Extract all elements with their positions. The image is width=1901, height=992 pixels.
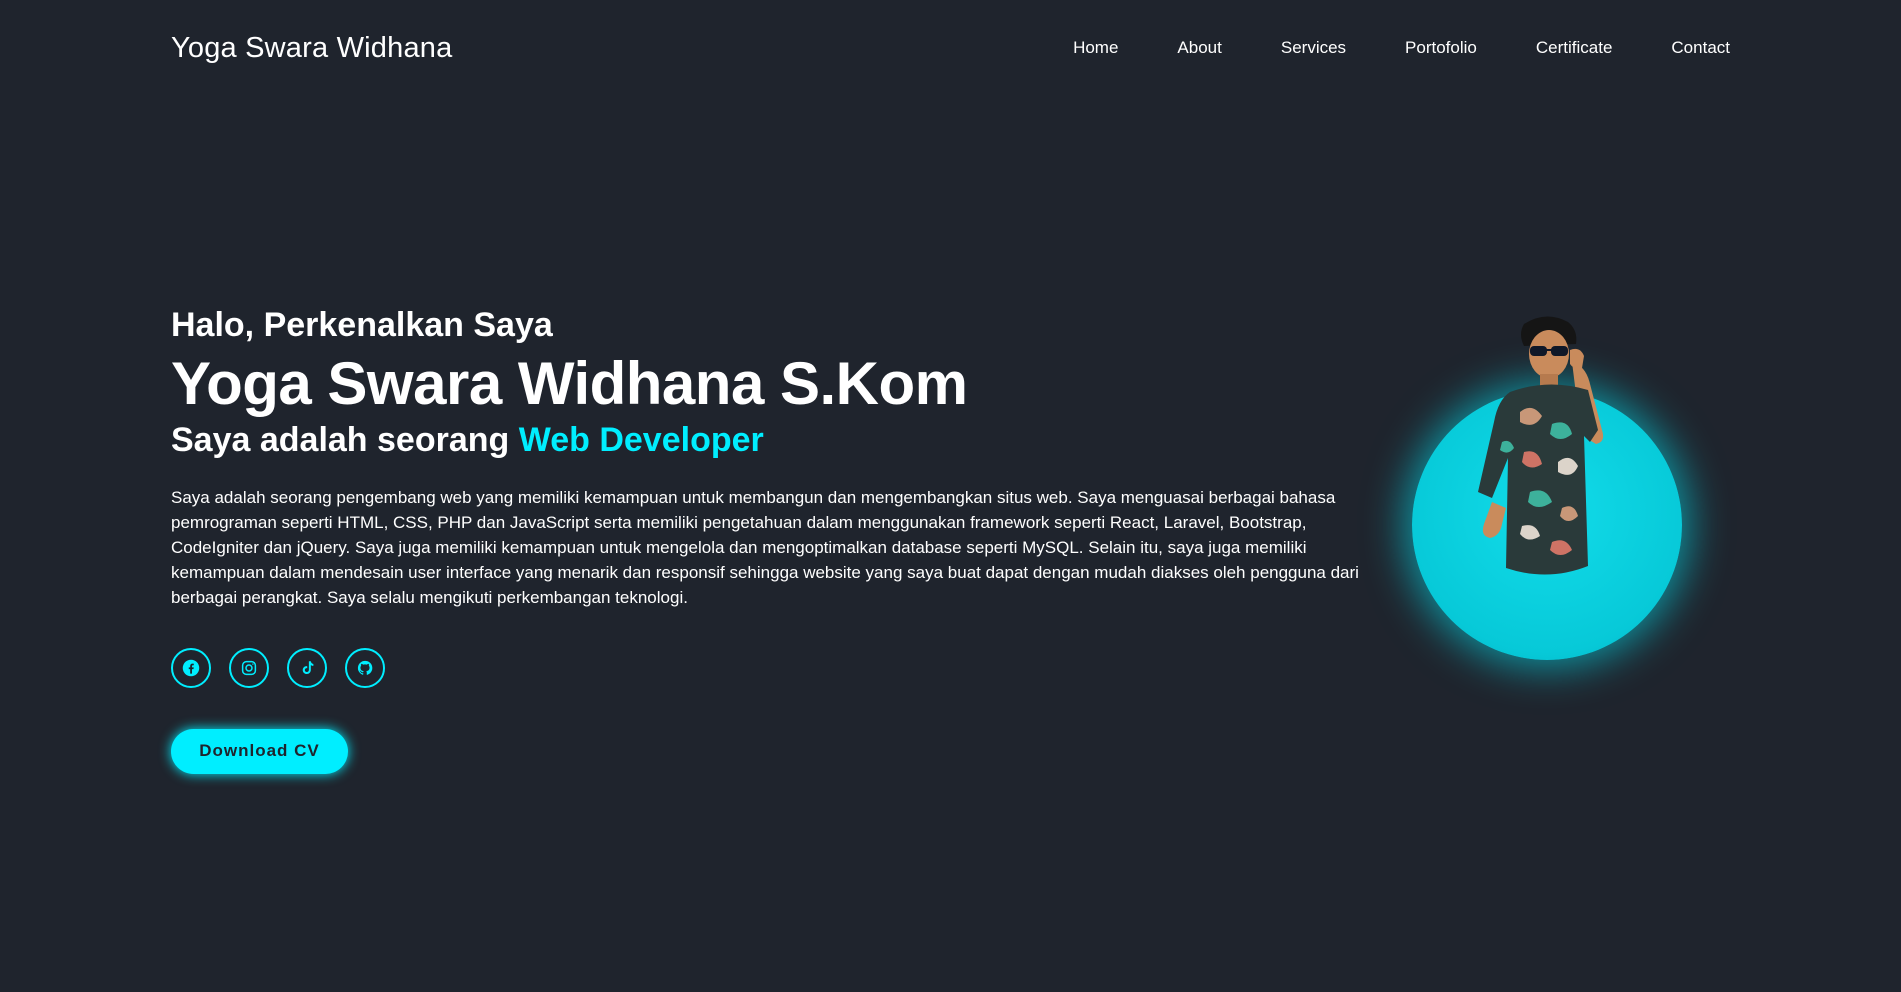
social-links [171,647,1371,688]
hero-name: Yoga Swara Widhana S.Kom [171,349,968,417]
tiktok-link[interactable] [287,647,327,688]
nav-about[interactable]: About [1177,38,1221,58]
hero-greeting: Halo, Perkenalkan Saya [171,306,553,344]
hero-role-highlight: Web Developer [518,420,764,459]
github-icon [357,660,373,675]
profile-photo [1478,316,1604,575]
nav-services[interactable]: Services [1281,38,1346,58]
nav-portofolio[interactable]: Portofolio [1405,38,1477,58]
hero-role: Saya adalah seorang Web Developer [171,420,1371,461]
hero-section: Halo, Perkenalkan Saya Yoga Swara Widhan… [171,305,1371,774]
github-link[interactable] [345,647,385,688]
hero-description: Saya adalah seorang pengembang web yang … [171,487,1359,607]
site-logo[interactable]: Yoga Swara Widhana [171,32,452,65]
site-header: Yoga Swara Widhana Home About Services P… [0,0,1901,96]
instagram-link[interactable] [229,647,269,688]
facebook-icon [182,659,200,676]
nav-contact[interactable]: Contact [1671,38,1730,58]
profile-portrait [1412,312,1682,702]
main-nav: Home About Services Portofolio Certifica… [1073,38,1730,58]
download-cv-button[interactable]: Download CV [171,728,348,774]
tiktok-icon [302,660,314,674]
nav-certificate[interactable]: Certificate [1536,38,1613,58]
nav-home[interactable]: Home [1073,38,1118,58]
instagram-icon [241,660,257,675]
hero-role-prefix: Saya adalah seorang [171,420,519,459]
facebook-link[interactable] [171,647,211,688]
